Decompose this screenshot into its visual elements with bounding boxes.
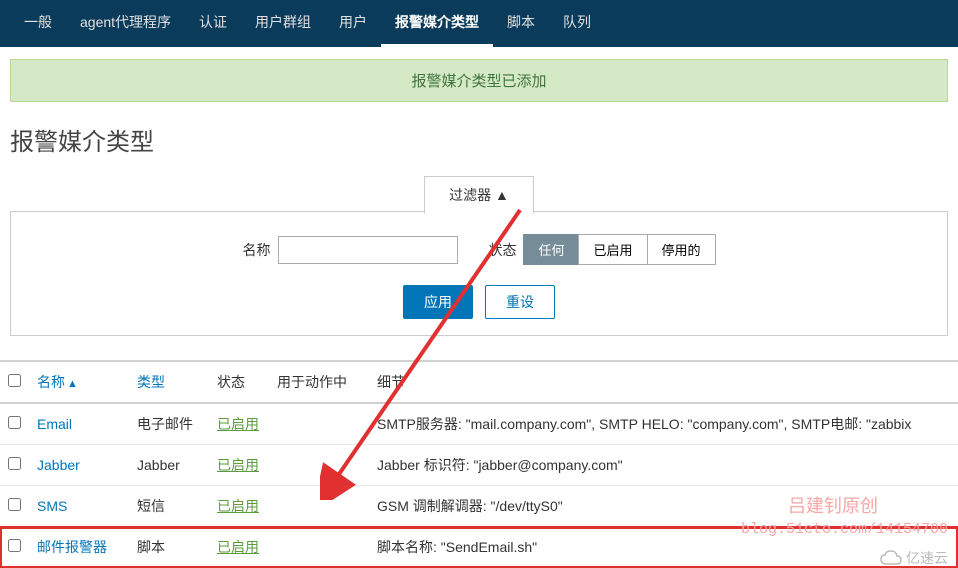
table-row: SMS 短信 已启用 GSM 调制解调器: "/dev/ttyS0" — [0, 486, 958, 527]
filter-panel: 过滤器 ▲ 名称 状态 任何 已启用 停用的 应用 重设 — [10, 211, 948, 336]
tab-general[interactable]: 一般 — [10, 0, 66, 47]
row-status-link[interactable]: 已启用 — [217, 457, 259, 473]
mediatype-table: 名称▲ 类型 状态 用于动作中 细节 Email 电子邮件 已启用 SMTP服务… — [0, 360, 958, 568]
cloud-icon — [880, 550, 902, 566]
tabs-bar: 一般 agent代理程序 认证 用户群组 用户 报警媒介类型 脚本 队列 — [0, 0, 958, 47]
table-row: Jabber Jabber 已启用 Jabber 标识符: "jabber@co… — [0, 445, 958, 486]
row-checkbox[interactable] — [8, 416, 21, 429]
tab-user[interactable]: 用户 — [325, 0, 381, 47]
name-input[interactable] — [278, 236, 458, 264]
row-details: Jabber 标识符: "jabber@company.com" — [369, 445, 958, 486]
status-label: 状态 — [488, 240, 516, 260]
table-row: 邮件报警器 脚本 已启用 脚本名称: "SendEmail.sh" — [0, 527, 958, 568]
row-type: 短信 — [129, 486, 209, 527]
row-details: 脚本名称: "SendEmail.sh" — [369, 527, 958, 568]
tab-mediatype[interactable]: 报警媒介类型 — [381, 0, 493, 47]
col-status[interactable]: 状态 — [209, 361, 269, 403]
tab-queue[interactable]: 队列 — [549, 0, 605, 47]
status-enabled[interactable]: 已启用 — [578, 234, 647, 265]
name-label: 名称 — [242, 240, 270, 260]
tab-auth[interactable]: 认证 — [185, 0, 241, 47]
row-details: GSM 调制解调器: "/dev/ttyS0" — [369, 486, 958, 527]
row-type: 电子邮件 — [129, 403, 209, 445]
row-name-link[interactable]: Jabber — [37, 457, 80, 473]
success-message: 报警媒介类型已添加 — [10, 59, 948, 102]
row-checkbox[interactable] — [8, 539, 21, 552]
status-segmented: 任何 已启用 停用的 — [524, 234, 715, 265]
row-status-link[interactable]: 已启用 — [217, 498, 259, 514]
status-any[interactable]: 任何 — [523, 234, 579, 265]
row-checkbox[interactable] — [8, 457, 21, 470]
status-disabled[interactable]: 停用的 — [647, 234, 716, 265]
cloud-logo: 亿速云 — [880, 548, 948, 568]
row-type: 脚本 — [129, 527, 209, 568]
select-all-checkbox[interactable] — [8, 374, 21, 387]
row-status-link[interactable]: 已启用 — [217, 539, 259, 555]
row-type: Jabber — [129, 445, 209, 486]
row-name-link[interactable]: 邮件报警器 — [37, 539, 107, 555]
filter-toggle[interactable]: 过滤器 ▲ — [424, 176, 534, 214]
row-status-link[interactable]: 已启用 — [217, 416, 259, 432]
table-row: Email 电子邮件 已启用 SMTP服务器: "mail.company.co… — [0, 403, 958, 445]
row-name-link[interactable]: Email — [37, 416, 72, 432]
page-title: 报警媒介类型 — [0, 114, 958, 175]
row-name-link[interactable]: SMS — [37, 498, 67, 514]
col-details[interactable]: 细节 — [369, 361, 958, 403]
reset-button[interactable]: 重设 — [485, 285, 555, 319]
tab-agent[interactable]: agent代理程序 — [66, 0, 185, 47]
tab-usergroup[interactable]: 用户群组 — [241, 0, 325, 47]
sort-asc-icon: ▲ — [67, 378, 78, 390]
tab-script[interactable]: 脚本 — [493, 0, 549, 47]
row-details: SMTP服务器: "mail.company.com", SMTP HELO: … — [369, 403, 958, 445]
col-name[interactable]: 名称▲ — [29, 361, 129, 403]
row-checkbox[interactable] — [8, 498, 21, 511]
col-usedin[interactable]: 用于动作中 — [269, 361, 369, 403]
col-type[interactable]: 类型 — [129, 361, 209, 403]
apply-button[interactable]: 应用 — [403, 285, 473, 319]
